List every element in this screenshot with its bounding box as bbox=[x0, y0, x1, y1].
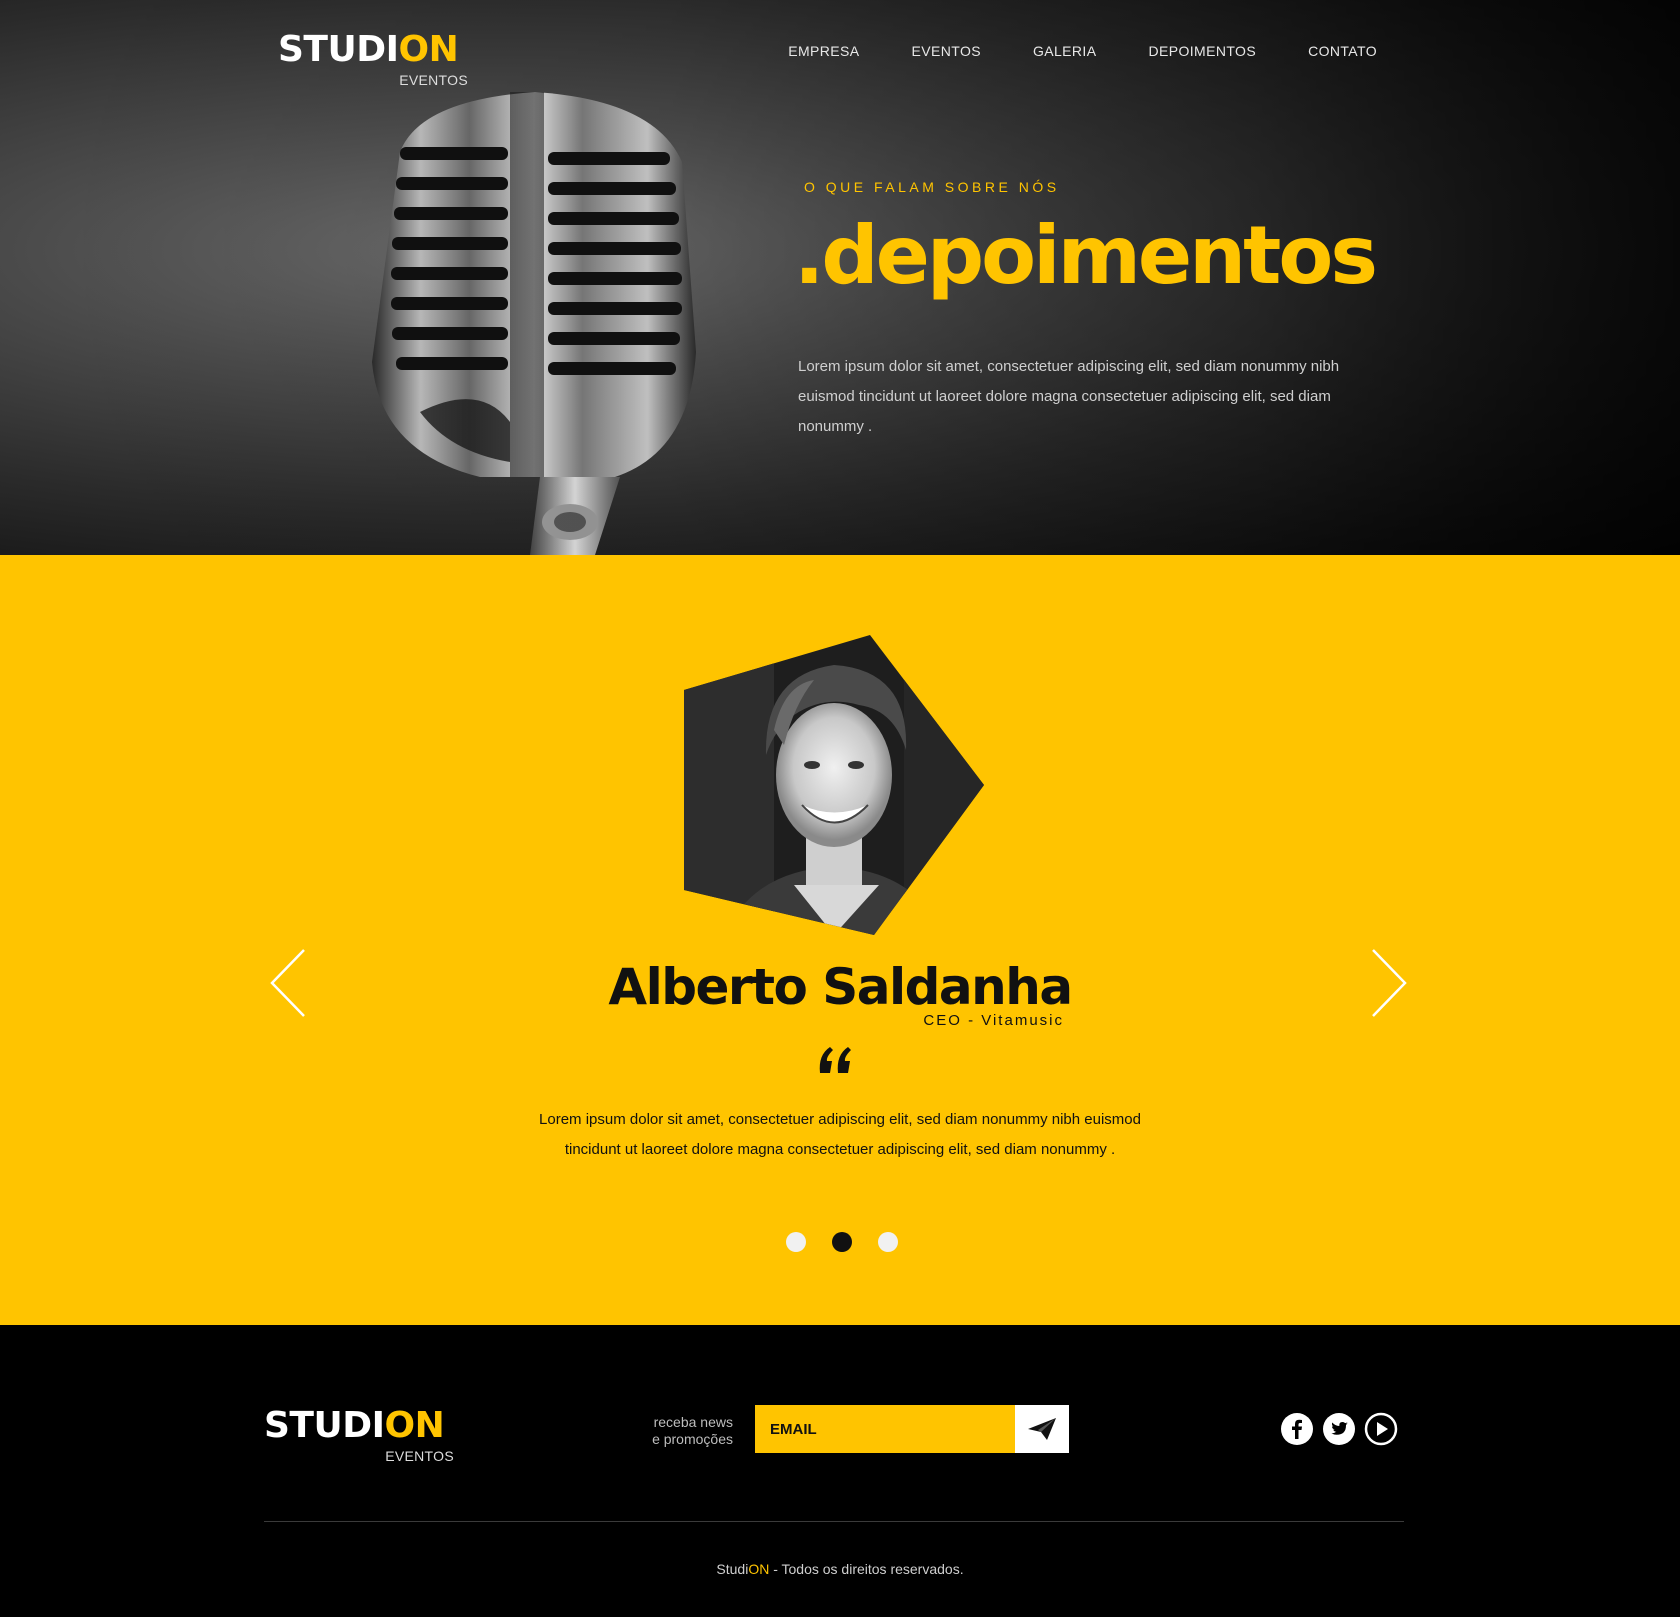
carousel-dots bbox=[786, 1232, 898, 1252]
newsletter-label-line-2: e promoções bbox=[652, 1431, 733, 1447]
testimonial-section: Alberto Saldanha CEO - Vitamusic Lorem i… bbox=[0, 555, 1680, 1325]
nav-item-depoimentos[interactable]: DEPOIMENTOS bbox=[1148, 43, 1256, 59]
newsletter-label: receba news e promoções bbox=[620, 1414, 733, 1448]
footer-logo-text-yellow: ON bbox=[384, 1405, 445, 1446]
nav-item-empresa[interactable]: EMPRESA bbox=[788, 43, 859, 59]
play-icon[interactable] bbox=[1364, 1412, 1398, 1446]
page-title: .depoimentos bbox=[794, 209, 1378, 302]
copyright-brand-yellow: ON bbox=[748, 1561, 770, 1577]
testimonial-name: Alberto Saldanha bbox=[608, 958, 1073, 1016]
send-button[interactable] bbox=[1015, 1405, 1069, 1453]
hero-eyebrow: O QUE FALAM SOBRE NÓS bbox=[804, 179, 1060, 195]
copyright: StudiON - Todos os direitos reservados. bbox=[0, 1561, 1680, 1577]
testimonial-role: CEO - Vitamusic bbox=[923, 1012, 1064, 1029]
footer-divider bbox=[264, 1521, 1404, 1522]
quote-icon bbox=[819, 1047, 851, 1073]
testimonial-avatar bbox=[684, 635, 984, 935]
nav-item-eventos[interactable]: EVENTOS bbox=[912, 43, 981, 59]
logo-text-white: STUDI bbox=[278, 29, 399, 70]
email-field[interactable] bbox=[755, 1405, 1015, 1453]
carousel-dot-1[interactable] bbox=[786, 1232, 806, 1252]
copyright-text: - Todos os direitos reservados. bbox=[769, 1561, 964, 1577]
social-links bbox=[1280, 1412, 1398, 1446]
main-nav: EMPRESA EVENTOS GALERIA DEPOIMENTOS CONT… bbox=[788, 43, 1377, 59]
footer-logo-subtitle: EVENTOS bbox=[385, 1448, 454, 1464]
paper-plane-icon bbox=[1028, 1418, 1056, 1440]
footer-logo[interactable]: STUDION EVENTOS bbox=[264, 1405, 454, 1465]
header-logo[interactable]: STUDION EVENTOS bbox=[278, 29, 468, 89]
logo-subtitle: EVENTOS bbox=[399, 72, 468, 88]
nav-item-galeria[interactable]: GALERIA bbox=[1033, 43, 1097, 59]
hero-description: Lorem ipsum dolor sit amet, consectetuer… bbox=[798, 358, 1340, 435]
newsletter-label-line-1: receba news bbox=[653, 1414, 733, 1430]
logo-text-yellow: ON bbox=[398, 29, 459, 70]
newsletter-form bbox=[755, 1405, 1069, 1453]
twitter-icon[interactable] bbox=[1322, 1412, 1356, 1446]
footer-logo-text-white: STUDI bbox=[264, 1405, 385, 1446]
carousel-dot-3[interactable] bbox=[878, 1232, 898, 1252]
footer: STUDION EVENTOS receba news e promoções bbox=[0, 1325, 1680, 1617]
hero-section: STUDION EVENTOS EMPRESA EVENTOS GALERIA … bbox=[0, 0, 1680, 555]
facebook-icon[interactable] bbox=[1280, 1412, 1314, 1446]
nav-item-contato[interactable]: CONTATO bbox=[1308, 43, 1377, 59]
carousel-dot-2[interactable] bbox=[832, 1232, 852, 1252]
copyright-brand-white: Studi bbox=[716, 1561, 749, 1577]
testimonial-text: Lorem ipsum dolor sit amet, consectetuer… bbox=[539, 1111, 1141, 1158]
